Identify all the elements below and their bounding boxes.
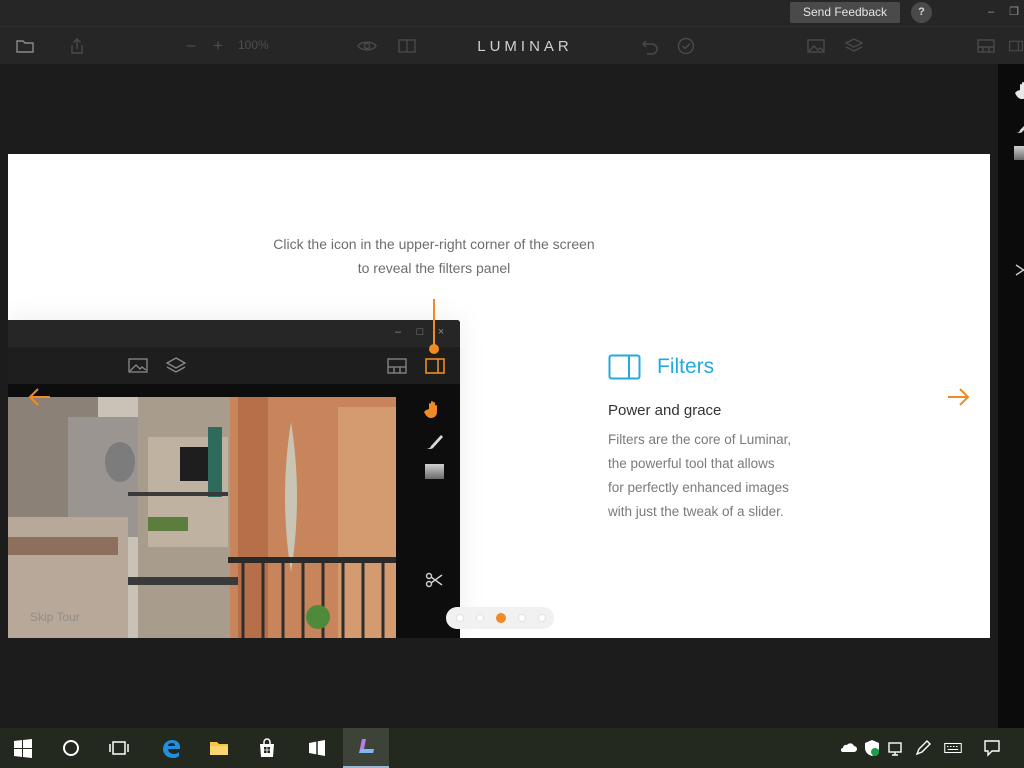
file-explorer-icon[interactable] bbox=[196, 728, 242, 768]
illustration-toolbar bbox=[8, 346, 460, 384]
illustration-brush-icon bbox=[423, 430, 445, 452]
restore-button[interactable]: ❐ bbox=[1004, 4, 1024, 20]
instruction-line: Click the icon in the upper-right corner… bbox=[273, 236, 595, 252]
windows-start-icon[interactable] bbox=[0, 728, 46, 768]
zoom-in-button[interactable]: + bbox=[207, 35, 229, 57]
image-icon[interactable] bbox=[805, 35, 827, 57]
illustration-photo bbox=[8, 397, 396, 638]
illustration-close-icon: × bbox=[437, 326, 445, 338]
history-icon[interactable] bbox=[675, 35, 697, 57]
slide-pager bbox=[446, 607, 554, 629]
tour-illustration-window: – □ × bbox=[8, 320, 460, 638]
pager-dot[interactable] bbox=[518, 614, 526, 622]
keyboard-icon[interactable] bbox=[940, 738, 966, 758]
illustration-image-icon bbox=[127, 356, 149, 376]
tour-card: Click the icon in the upper-right corner… bbox=[8, 154, 990, 638]
illustration-crop-icon bbox=[423, 569, 445, 591]
filters-panel-icon[interactable] bbox=[1008, 35, 1024, 57]
feature-description: Filters are the core of Luminar, the pow… bbox=[608, 428, 828, 524]
pointer-dot bbox=[429, 344, 439, 354]
illustration-minimize-icon: – bbox=[394, 326, 402, 338]
feature-subtitle: Power and grace bbox=[608, 402, 722, 419]
defender-icon[interactable] bbox=[862, 738, 882, 758]
filters-panel-icon bbox=[608, 354, 641, 380]
illustration-maximize-icon: □ bbox=[416, 326, 424, 338]
app-title: LUMINAR bbox=[477, 38, 573, 55]
illustration-titlebar: – □ × bbox=[8, 320, 460, 346]
description-line: for perfectly enhanced images bbox=[608, 480, 789, 495]
brush-icon[interactable] bbox=[1014, 120, 1024, 134]
undo-icon[interactable] bbox=[639, 35, 661, 57]
pager-dot[interactable] bbox=[456, 614, 464, 622]
help-button[interactable]: ? bbox=[911, 2, 932, 23]
description-line: the powerful tool that allows bbox=[608, 456, 775, 471]
pager-dot[interactable] bbox=[538, 614, 546, 622]
cortana-icon[interactable] bbox=[48, 728, 94, 768]
instruction-line: to reveal the filters panel bbox=[357, 260, 511, 276]
skip-tour-link[interactable]: Skip Tour bbox=[30, 610, 80, 624]
network-icon[interactable] bbox=[886, 738, 906, 758]
illustration-layers-icon bbox=[165, 356, 187, 376]
pager-dot[interactable] bbox=[476, 614, 484, 622]
send-feedback-button[interactable]: Send Feedback bbox=[790, 2, 900, 23]
onedrive-icon[interactable] bbox=[838, 738, 858, 758]
pen-icon[interactable] bbox=[913, 738, 933, 758]
illustration-filters-panel-icon bbox=[424, 356, 446, 376]
illustration-hand-icon bbox=[423, 398, 445, 420]
layout-icon[interactable] bbox=[975, 35, 997, 57]
folder-icon[interactable] bbox=[14, 35, 36, 57]
layers-icon[interactable] bbox=[843, 35, 865, 57]
luminar-app-icon[interactable] bbox=[343, 728, 389, 768]
description-line: with just the tweak of a slider. bbox=[608, 504, 784, 519]
app-toolbar: – + 100% LUMINAR bbox=[0, 26, 1024, 64]
next-slide-arrow-icon[interactable] bbox=[944, 383, 972, 411]
crop-icon[interactable] bbox=[1014, 262, 1024, 278]
illustration-gradient-icon bbox=[425, 464, 444, 479]
tour-instruction: Click the icon in the upper-right corner… bbox=[228, 232, 640, 280]
illustration-layout-icon bbox=[386, 356, 408, 376]
notification-icon[interactable] bbox=[982, 738, 1002, 758]
description-line: Filters are the core of Luminar, bbox=[608, 432, 792, 447]
share-icon[interactable] bbox=[66, 35, 88, 57]
feature-title: Filters bbox=[657, 355, 715, 378]
minimize-button[interactable]: – bbox=[981, 4, 1001, 20]
windows-app-icon[interactable] bbox=[294, 728, 340, 768]
previous-slide-arrow-icon[interactable] bbox=[26, 383, 54, 411]
task-view-icon[interactable] bbox=[96, 728, 142, 768]
taskbar bbox=[0, 728, 1024, 768]
eye-icon[interactable] bbox=[356, 35, 378, 57]
window-titlebar: Send Feedback ? – ❐ bbox=[0, 0, 1024, 26]
tool-strip bbox=[998, 64, 1024, 728]
zoom-level[interactable]: 100% bbox=[238, 38, 269, 52]
pointer-line bbox=[433, 299, 435, 349]
store-icon[interactable] bbox=[244, 728, 290, 768]
zoom-out-button[interactable]: – bbox=[180, 35, 202, 57]
gradient-icon[interactable] bbox=[1014, 146, 1024, 160]
pager-dot[interactable] bbox=[496, 613, 506, 623]
hand-icon[interactable] bbox=[1014, 80, 1024, 100]
edge-icon[interactable] bbox=[148, 728, 194, 768]
